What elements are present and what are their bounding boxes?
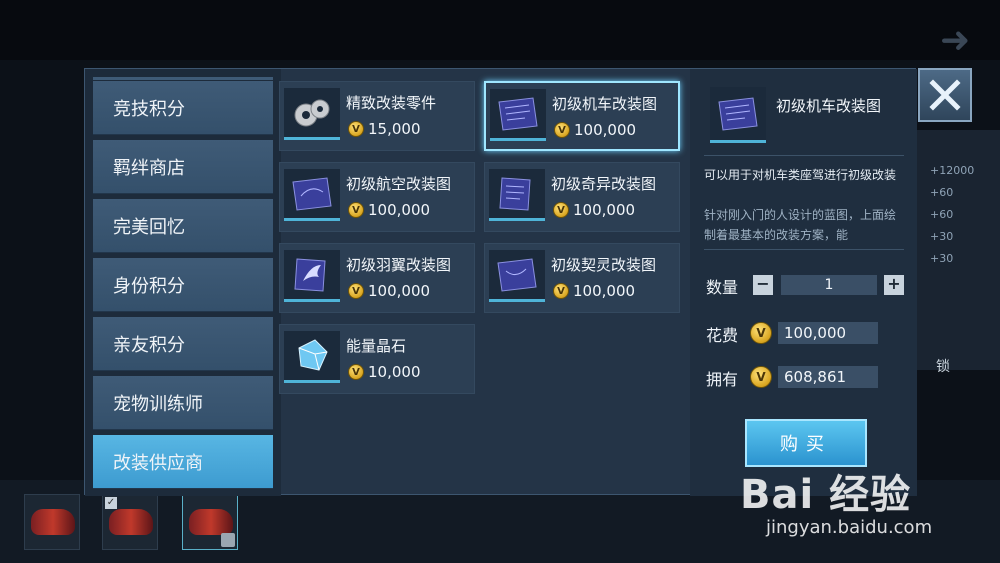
watermark-url: jingyan.baidu.com	[766, 517, 933, 538]
item-card[interactable]: 精致改装零件 V 15,000	[279, 81, 475, 151]
item-card[interactable]: 初级航空改装图 V 100,000	[279, 162, 475, 232]
quantity-minus-button[interactable]: −	[753, 275, 773, 295]
item-name: 初级航空改装图	[346, 175, 452, 193]
vehicle-slot[interactable]: ✓	[102, 494, 158, 550]
coin-icon: V	[348, 364, 364, 380]
item-price-row: V 100,000	[348, 282, 430, 300]
item-price: 100,000	[368, 282, 431, 300]
detail-title: 初级机车改装图	[776, 97, 882, 115]
background-top-strip	[0, 0, 1000, 60]
category-label: 宠物训练师	[113, 393, 203, 415]
item-price-row: V 100,000	[553, 282, 635, 300]
item-card[interactable]: 初级羽翼改装图 V 100,000	[279, 243, 475, 313]
quantity-label: 数量	[706, 278, 739, 297]
quantity-plus-button[interactable]: +	[884, 275, 904, 295]
item-price-row: V 15,000	[348, 120, 421, 138]
item-name: 初级机车改装图	[552, 95, 658, 113]
shop-dialog: 竞技积分 羁绊商店 完美回忆 身份积分 亲友积分 宠物训练师 改装供应商 精致改…	[84, 68, 917, 496]
item-card[interactable]: 能量晶石 V 10,000	[279, 324, 475, 394]
lock-icon	[221, 533, 235, 547]
blueprint-wing-icon	[284, 250, 340, 302]
item-name: 初级奇异改装图	[551, 175, 657, 193]
blueprint-icon	[710, 87, 766, 143]
item-price: 100,000	[368, 201, 431, 219]
category-list: 竞技积分 羁绊商店 完美回忆 身份积分 亲友积分 宠物训练师 改装供应商	[85, 69, 281, 496]
blueprint-icon	[489, 250, 545, 302]
item-price: 100,000	[574, 121, 637, 139]
coin-icon: V	[348, 202, 364, 218]
crystal-icon	[284, 331, 340, 383]
category-label: 亲友积分	[113, 334, 185, 356]
coin-icon: V	[553, 202, 569, 218]
category-label: 完美回忆	[113, 216, 185, 238]
close-button[interactable]	[918, 68, 972, 122]
background-stat: +60	[930, 208, 954, 221]
item-name: 初级羽翼改装图	[346, 256, 452, 274]
owned-label: 拥有	[706, 370, 739, 389]
close-icon	[929, 79, 961, 111]
blueprint-icon	[284, 169, 340, 221]
vehicle-icon	[109, 509, 153, 535]
item-price-row: V 10,000	[348, 363, 421, 381]
category-item[interactable]: 完美回忆	[93, 199, 273, 253]
category-label: 羁绊商店	[113, 157, 185, 179]
divider	[704, 249, 904, 250]
owned-value: 608,861	[778, 366, 878, 388]
blueprint-icon	[489, 169, 545, 221]
divider	[704, 155, 904, 156]
blueprint-icon	[490, 89, 546, 141]
buy-button-label: 购买	[780, 434, 832, 455]
item-price: 10,000	[368, 363, 421, 381]
item-detail-panel: 初级机车改装图 可以用于对机车类座驾进行初级改装 针对刚入门的人设计的蓝图，上面…	[690, 69, 917, 496]
baidu-watermark: Bai 经验 jingyan.baidu.com	[740, 462, 990, 557]
item-price-row: V 100,000	[553, 201, 635, 219]
category-item[interactable]: 竞技积分	[93, 81, 273, 135]
quantity-field[interactable]: 1	[781, 275, 877, 295]
category-list-divider	[93, 77, 273, 80]
coin-icon: V	[553, 283, 569, 299]
buy-button[interactable]: 购买	[745, 419, 867, 467]
coin-icon: V	[750, 322, 772, 344]
item-price: 15,000	[368, 120, 421, 138]
background-stat: +12000	[930, 164, 975, 177]
coin-icon: V	[348, 283, 364, 299]
detail-description: 可以用于对机车类座驾进行初级改装	[704, 168, 897, 182]
background-stat: +60	[930, 186, 954, 199]
item-price: 100,000	[573, 201, 636, 219]
cost-label: 花费	[706, 326, 739, 345]
item-card-selected[interactable]: 初级机车改装图 V 100,000	[484, 81, 680, 151]
category-item[interactable]: 羁绊商店	[93, 140, 273, 194]
item-name: 能量晶石	[346, 337, 407, 355]
category-label: 竞技积分	[113, 98, 185, 120]
vehicle-icon	[31, 509, 75, 535]
category-item-active[interactable]: 改装供应商	[93, 435, 273, 489]
background-lock-text: 锁	[936, 359, 950, 375]
background-stat: +30	[930, 252, 954, 265]
item-card[interactable]: 初级奇异改装图 V 100,000	[484, 162, 680, 232]
gear-parts-icon	[284, 88, 340, 140]
category-label: 改装供应商	[113, 452, 203, 474]
item-price: 100,000	[573, 282, 636, 300]
vehicle-slot[interactable]	[24, 494, 80, 550]
coin-icon: V	[348, 121, 364, 137]
detail-flavor-text[interactable]: 针对刚入门的人设计的蓝图，上面绘制着最基本的改装方案，能	[704, 205, 904, 245]
category-item[interactable]: 身份积分	[93, 258, 273, 312]
vehicle-slot[interactable]	[182, 494, 238, 550]
item-price-row: V 100,000	[348, 201, 430, 219]
watermark-logo: Bai 经验	[740, 472, 912, 518]
item-name: 初级契灵改装图	[551, 256, 657, 274]
background-stat: +30	[930, 230, 954, 243]
vehicle-icon	[189, 509, 233, 535]
category-item[interactable]: 亲友积分	[93, 317, 273, 371]
category-item[interactable]: 宠物训练师	[93, 376, 273, 430]
item-card[interactable]: 初级契灵改装图 V 100,000	[484, 243, 680, 313]
item-price-row: V 100,000	[554, 121, 636, 139]
check-icon: ✓	[105, 497, 117, 509]
cost-value: 100,000	[778, 322, 878, 344]
category-label: 身份积分	[113, 275, 185, 297]
arrow-right-icon: ➜	[940, 20, 971, 61]
item-name: 精致改装零件	[346, 94, 437, 112]
coin-icon: V	[554, 122, 570, 138]
coin-icon: V	[750, 366, 772, 388]
